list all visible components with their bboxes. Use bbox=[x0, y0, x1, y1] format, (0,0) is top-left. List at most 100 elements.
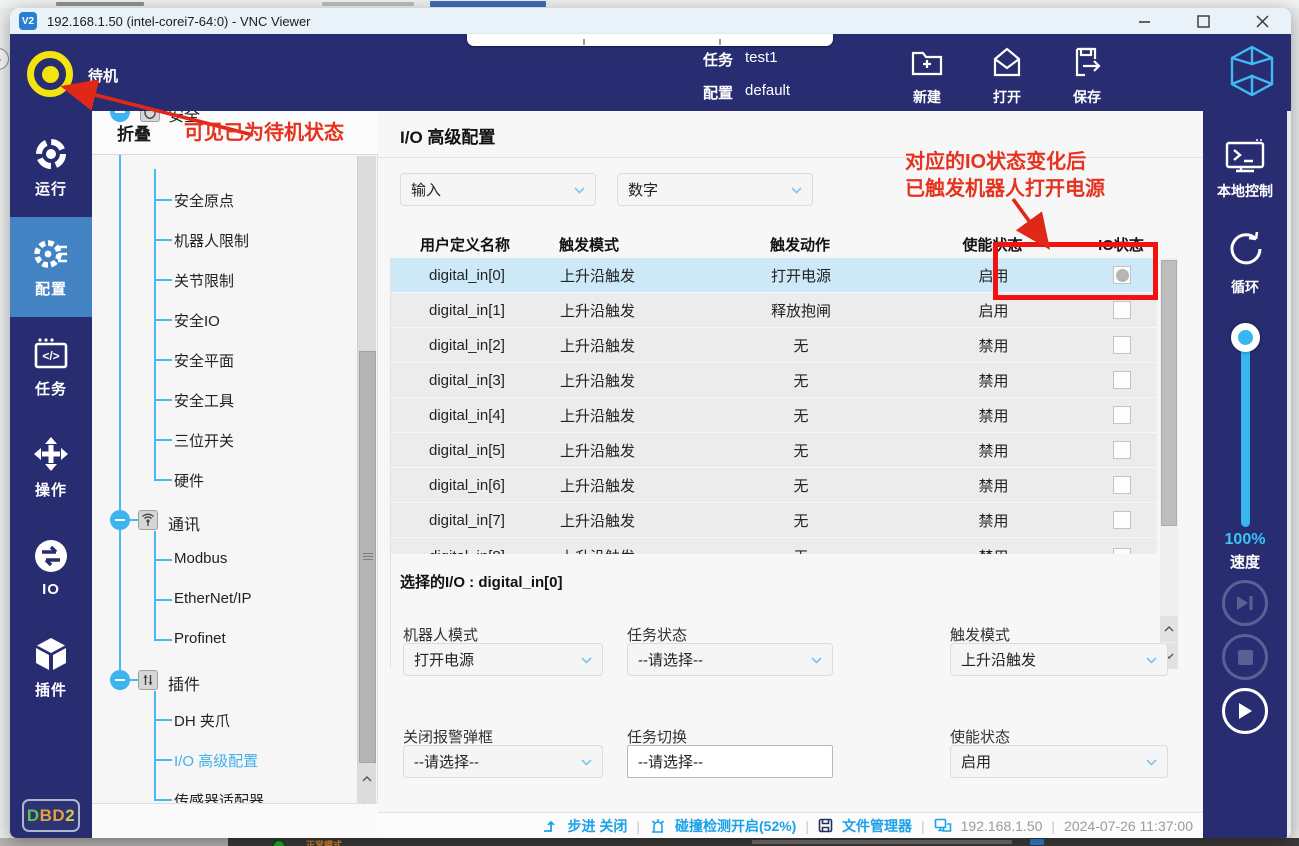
desktop-taskbar-strip: 正常模式 bbox=[0, 838, 1299, 846]
nav-item-plugin[interactable]: 插件 bbox=[10, 617, 92, 717]
tree-item-hardware[interactable]: 硬件 bbox=[174, 470, 204, 491]
separator: | bbox=[636, 818, 640, 834]
comm-antenna-icon bbox=[138, 510, 158, 530]
nav-item-io[interactable]: IO bbox=[10, 517, 92, 617]
io-state-indicator[interactable] bbox=[1113, 406, 1131, 424]
tree-item-modbus[interactable]: Modbus bbox=[174, 550, 227, 567]
table-row[interactable]: digital_in[4]上升沿触发无禁用 bbox=[391, 398, 1157, 432]
safety-shield-icon bbox=[140, 111, 160, 122]
step-status[interactable]: 步进 关闭 bbox=[567, 816, 627, 836]
robot-mode-label: 机器人模式 bbox=[403, 624, 478, 645]
local-control-button[interactable]: 本地控制 bbox=[1203, 137, 1287, 201]
table-scrollbar-thumb[interactable] bbox=[1161, 260, 1177, 526]
window-title: 192.168.1.50 (intel-corei7-64:0) - VNC V… bbox=[47, 14, 311, 29]
tree-group-comm[interactable]: 通讯 bbox=[168, 511, 200, 535]
config-value: default bbox=[745, 82, 790, 103]
play-button[interactable] bbox=[1222, 688, 1268, 734]
table-row[interactable]: digital_in[2]上升沿触发无禁用 bbox=[391, 328, 1157, 362]
speed-slider-handle[interactable] bbox=[1231, 323, 1260, 352]
tree-item-three-position-switch[interactable]: 三位开关 bbox=[174, 430, 234, 451]
tree-scrollbar-thumb[interactable] bbox=[359, 351, 376, 763]
dbd2-badge[interactable]: D B D 2 bbox=[22, 799, 80, 832]
minimize-icon[interactable] bbox=[1138, 15, 1151, 28]
io-type-value: 输入 bbox=[411, 179, 441, 200]
tree-item-joint-limit[interactable]: 关节限制 bbox=[174, 270, 234, 291]
background-window-fragment bbox=[322, 2, 414, 6]
speed-slider-track[interactable] bbox=[1241, 339, 1250, 527]
save-button[interactable]: 保存 bbox=[1051, 46, 1123, 107]
task-state-label: 任务状态 bbox=[627, 624, 687, 645]
app-header: 待机 任务 test1 配置 default 新建 打开 保存 bbox=[10, 34, 1291, 111]
nav-item-jog[interactable]: 操作 bbox=[10, 417, 92, 517]
play-icon bbox=[1237, 702, 1253, 720]
separator: | bbox=[1051, 818, 1055, 834]
tree-scrollbar[interactable] bbox=[357, 156, 376, 818]
maximize-icon[interactable] bbox=[1197, 15, 1210, 28]
nav-item-config[interactable]: 配置 bbox=[10, 217, 92, 317]
io-state-indicator[interactable] bbox=[1113, 476, 1131, 494]
tree-item-safety-origin[interactable]: 安全原点 bbox=[174, 190, 234, 211]
nav-item-run[interactable]: 运行 bbox=[10, 117, 92, 217]
table-row[interactable]: digital_in[5]上升沿触发无禁用 bbox=[391, 433, 1157, 467]
open-button[interactable]: 打开 bbox=[971, 46, 1043, 107]
tree-scroll-up-button[interactable] bbox=[357, 766, 376, 792]
enable-state-label: 使能状态 bbox=[950, 726, 1010, 747]
step-icon bbox=[542, 818, 558, 834]
io-state-indicator[interactable] bbox=[1113, 548, 1131, 555]
stop-button[interactable] bbox=[1222, 634, 1268, 680]
vnc-toolbar-flap[interactable] bbox=[467, 34, 833, 46]
tree-item-dh-gripper[interactable]: DH 夹爪 bbox=[174, 710, 230, 731]
tree-item-profinet[interactable]: Profinet bbox=[174, 630, 226, 647]
tree-item-sensor-adapter[interactable]: 传感器适配器 bbox=[174, 790, 264, 803]
table-row-clipped[interactable]: digital_in[8]上升沿触发无禁用 bbox=[391, 538, 1157, 554]
nav-item-task[interactable]: </> 任务 bbox=[10, 317, 92, 417]
trigger-mode-select[interactable]: 上升沿触发 bbox=[950, 643, 1168, 676]
close-icon[interactable] bbox=[1256, 15, 1269, 28]
window-right-gutter bbox=[1287, 111, 1291, 838]
io-kind-value: 数字 bbox=[628, 179, 658, 200]
io-state-indicator[interactable] bbox=[1113, 371, 1131, 389]
chevron-down-icon bbox=[1146, 651, 1157, 668]
collision-status[interactable]: 碰撞检测开启(52%) bbox=[675, 816, 796, 836]
enable-state-select[interactable]: 启用 bbox=[950, 745, 1168, 778]
tree-item-ethernet-ip[interactable]: EtherNet/IP bbox=[174, 590, 252, 607]
io-state-indicator[interactable] bbox=[1113, 301, 1131, 319]
table-row[interactable]: digital_in[6]上升沿触发无禁用 bbox=[391, 468, 1157, 502]
step-forward-button[interactable] bbox=[1222, 580, 1268, 626]
table-scrollbar[interactable] bbox=[1160, 258, 1178, 669]
io-state-indicator[interactable] bbox=[1113, 511, 1131, 529]
table-row[interactable]: digital_in[3]上升沿触发无禁用 bbox=[391, 363, 1157, 397]
collapse-minus-icon[interactable] bbox=[110, 670, 130, 690]
tree-item-safety-io[interactable]: 安全IO bbox=[174, 310, 220, 331]
collapse-minus-icon[interactable] bbox=[110, 510, 130, 530]
col-trigger-action: 触发动作 bbox=[700, 234, 900, 255]
collapse-minus-icon[interactable] bbox=[110, 111, 130, 122]
file-manager-link[interactable]: 文件管理器 bbox=[842, 816, 912, 836]
task-code-icon: </> bbox=[32, 336, 70, 372]
tree-item-io-advanced-config[interactable]: I/O 高级配置 bbox=[174, 750, 258, 771]
loop-button[interactable]: 循环 bbox=[1203, 229, 1287, 297]
io-kind-select[interactable]: 数字 bbox=[617, 173, 813, 206]
loop-arrows-icon bbox=[1223, 229, 1267, 271]
tree-item-safety-plane[interactable]: 安全平面 bbox=[174, 350, 234, 371]
io-state-indicator[interactable] bbox=[1113, 441, 1131, 459]
new-button[interactable]: 新建 bbox=[891, 46, 963, 107]
network-icon bbox=[934, 818, 952, 833]
tree-group-plugin[interactable]: 插件 bbox=[168, 671, 200, 695]
robot-mode-select[interactable]: 打开电源 bbox=[403, 643, 603, 676]
tree-item-safety-tool[interactable]: 安全工具 bbox=[174, 390, 234, 411]
task-state-select[interactable]: --请选择-- bbox=[627, 643, 833, 676]
background-mode-label: 正常模式 bbox=[306, 838, 342, 846]
task-switch-input[interactable]: --请选择-- bbox=[627, 745, 833, 778]
brand-logo-icon bbox=[1228, 44, 1276, 103]
tree-panel-footer bbox=[92, 803, 378, 838]
annotation-standby-note: 可见已为待机状态 bbox=[184, 116, 344, 145]
io-state-indicator[interactable] bbox=[1113, 336, 1131, 354]
table-row[interactable]: digital_in[7]上升沿触发无禁用 bbox=[391, 503, 1157, 537]
badge-letter: D bbox=[27, 806, 40, 826]
io-type-select[interactable]: 输入 bbox=[400, 173, 596, 206]
close-alarm-select[interactable]: --请选择-- bbox=[403, 745, 603, 778]
tree-item-robot-limit[interactable]: 机器人限制 bbox=[174, 230, 249, 251]
window-titlebar[interactable]: V2 192.168.1.50 (intel-corei7-64:0) - VN… bbox=[10, 8, 1291, 34]
table-scroll-up-button[interactable] bbox=[1160, 616, 1178, 642]
